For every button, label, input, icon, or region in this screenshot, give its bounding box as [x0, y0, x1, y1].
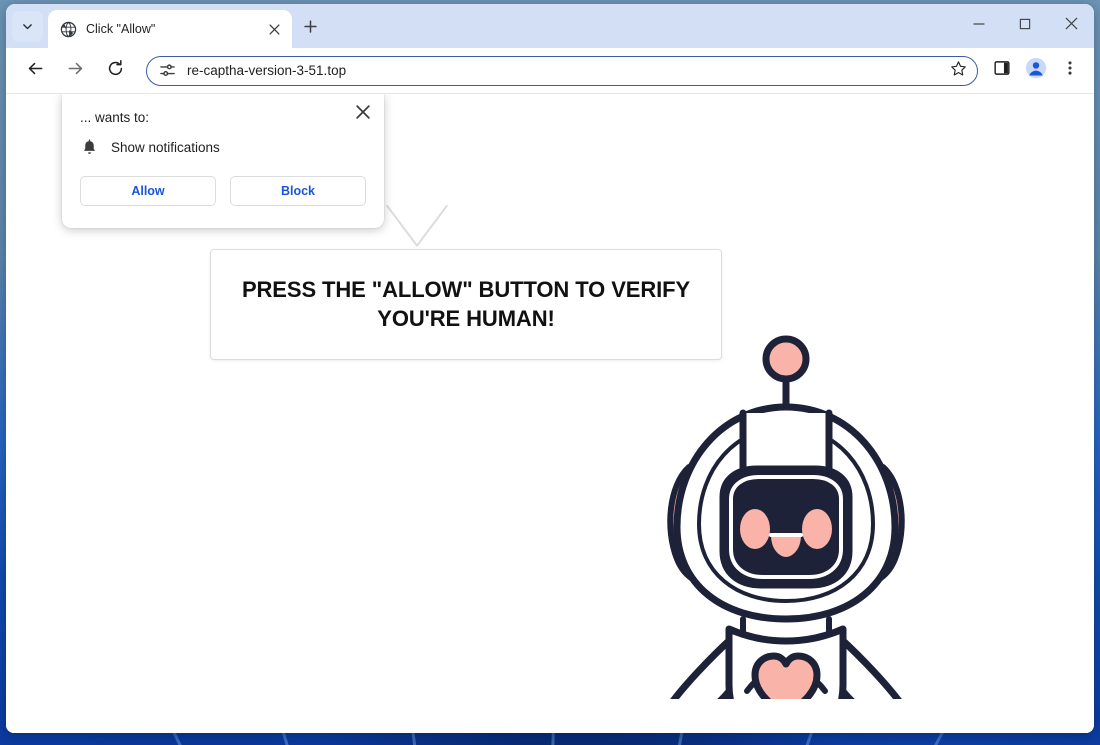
maximize-icon — [1019, 17, 1031, 35]
permission-request-label: Show notifications — [111, 139, 220, 155]
tab-close-button[interactable] — [264, 19, 284, 39]
url-text[interactable]: re-captha-version-3-51.top — [187, 63, 945, 78]
tab-strip: Click "Allow" — [6, 4, 1094, 48]
chevron-down-icon — [21, 20, 34, 33]
tab-search-button[interactable] — [12, 11, 43, 42]
permission-request-row: Show notifications — [80, 138, 366, 156]
window-controls — [956, 4, 1094, 48]
speech-bubble: PRESS THE "ALLOW" BUTTON TO VERIFY YOU'R… — [210, 249, 722, 360]
star-icon — [950, 60, 967, 82]
reload-button[interactable] — [98, 54, 132, 88]
close-icon — [356, 104, 370, 124]
arrow-left-icon — [26, 59, 45, 83]
browser-toolbar: re-captha-version-3-51.top — [6, 48, 1094, 94]
close-icon — [1065, 17, 1078, 35]
bookmark-button[interactable] — [945, 58, 971, 84]
permission-origin-label: ... wants to: — [80, 110, 150, 125]
address-bar[interactable]: re-captha-version-3-51.top — [146, 55, 978, 86]
tab-active[interactable]: Click "Allow" — [48, 10, 292, 48]
robot-mascot — [651, 319, 921, 699]
permission-close-button[interactable] — [351, 102, 375, 126]
forward-button[interactable] — [58, 54, 92, 88]
arrow-right-icon — [66, 59, 85, 83]
side-panel-icon — [993, 59, 1011, 82]
speech-bubble-text: PRESS THE "ALLOW" BUTTON TO VERIFY YOU'R… — [241, 276, 691, 331]
window-maximize-button[interactable] — [1002, 4, 1048, 48]
block-button[interactable]: Block — [230, 176, 366, 207]
browser-menu-button[interactable] — [1054, 55, 1086, 87]
reload-icon — [106, 59, 125, 83]
speech-bubble-tail — [387, 204, 447, 244]
account-avatar-icon — [1025, 57, 1047, 84]
plus-icon — [303, 19, 318, 39]
page-viewport: PRESS THE "ALLOW" BUTTON TO VERIFY YOU'R… — [6, 94, 1094, 733]
browser-window: Click "Allow" re-captha-version-3-51.top… — [6, 4, 1094, 733]
back-button[interactable] — [18, 54, 52, 88]
new-tab-button[interactable] — [296, 15, 324, 43]
permission-actions: Allow Block — [80, 176, 366, 207]
globe-icon — [60, 21, 77, 38]
window-minimize-button[interactable] — [956, 4, 1002, 48]
minimize-icon — [973, 17, 985, 35]
notification-permission-bubble: ... wants to: Show notifications Allow B… — [62, 94, 384, 228]
tune-icon[interactable] — [157, 61, 177, 81]
allow-button[interactable]: Allow — [80, 176, 216, 207]
profile-button[interactable] — [1020, 55, 1052, 87]
tab-title: Click "Allow" — [86, 22, 156, 36]
window-close-button[interactable] — [1048, 4, 1094, 48]
side-panel-button[interactable] — [986, 55, 1018, 87]
bell-icon — [80, 138, 98, 156]
three-dot-menu-icon — [1062, 60, 1078, 81]
